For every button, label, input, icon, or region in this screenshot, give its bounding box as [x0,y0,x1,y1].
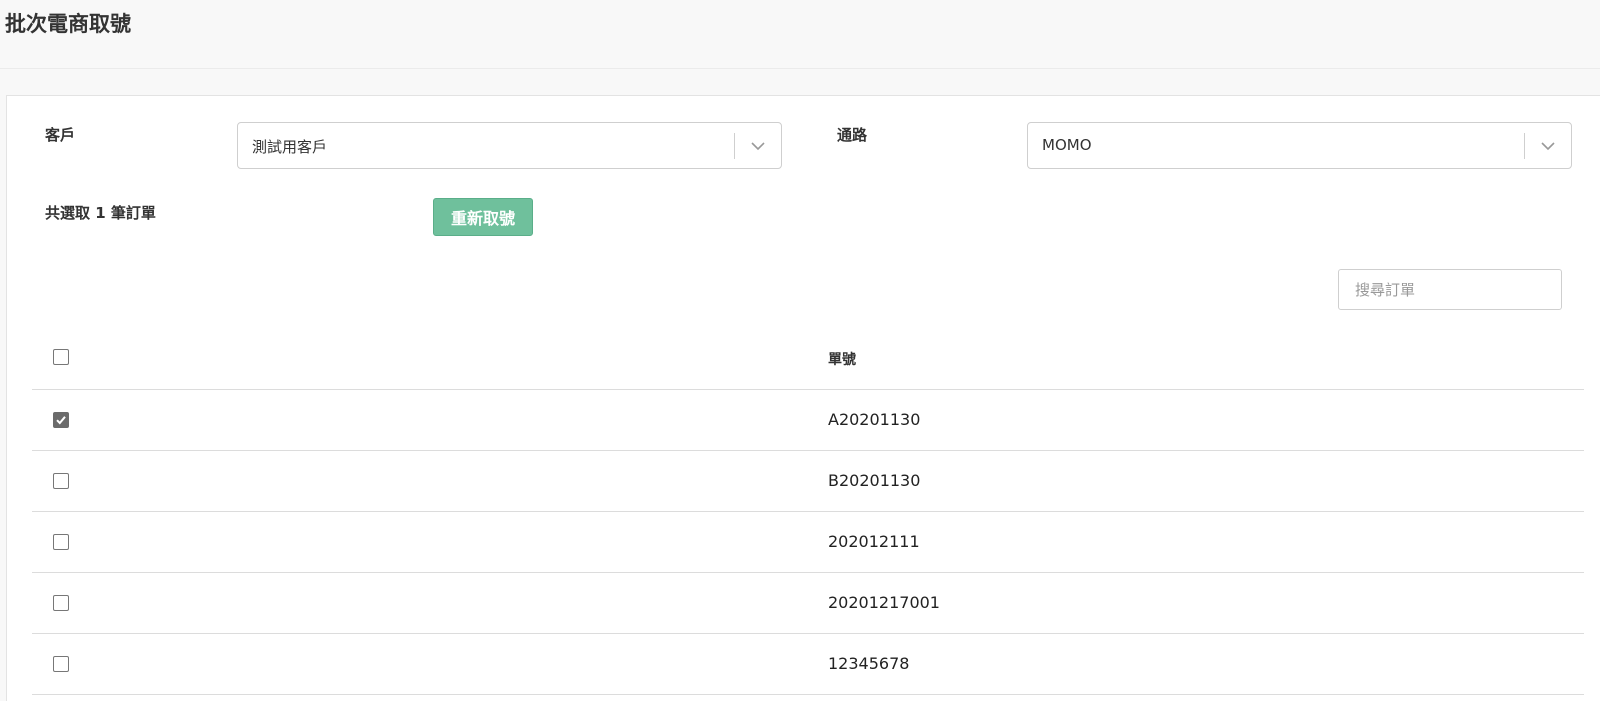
table-row[interactable]: 20201217001 [32,573,1584,634]
check-icon [56,416,66,425]
table-row[interactable]: A20201130 [32,390,1584,451]
table-row[interactable]: 202012111 [32,512,1584,573]
table-row[interactable]: B20201130 [32,451,1584,512]
channel-select-value: MOMO [1042,136,1092,154]
order-number-cell: A20201130 [828,410,921,429]
page-title: 批次電商取號 [5,12,131,36]
chevron-down-icon[interactable] [1539,137,1557,155]
order-number-cell: 202012111 [828,532,920,551]
row-checkbox[interactable] [53,473,69,489]
channel-select[interactable]: MOMO [1027,122,1572,169]
row-checkbox[interactable] [53,656,69,672]
order-number-cell: 20201217001 [828,593,940,612]
customer-select[interactable]: 測試用客戶 [237,122,782,169]
chevron-down-icon[interactable] [749,137,767,155]
select-all-checkbox[interactable] [53,349,69,365]
channel-label: 通路 [837,126,868,144]
order-number-cell: 12345678 [828,654,910,673]
refetch-number-button[interactable]: 重新取號 [433,198,533,236]
customer-label: 客戶 [45,126,76,144]
column-header-order-no: 單號 [828,352,856,368]
row-checkbox[interactable] [53,595,69,611]
orders-table: 單號 A20201130 B20201130 202012111 2020121700… [32,325,1584,695]
select-separator [734,133,735,159]
select-separator [1524,133,1525,159]
page-header: 批次電商取號 [0,0,1600,69]
table-row[interactable]: 12345678 [32,634,1584,695]
order-number-cell: B20201130 [828,471,921,490]
selected-count-label: 共選取 1 筆訂單 [45,204,156,222]
table-header-row: 單號 [32,325,1584,390]
row-checkbox[interactable] [53,534,69,550]
table-body: A20201130 B20201130 202012111 20201217001 12… [32,390,1584,695]
search-orders-input[interactable] [1338,269,1562,310]
row-checkbox[interactable] [53,412,69,428]
customer-select-value: 測試用客戶 [252,138,328,156]
